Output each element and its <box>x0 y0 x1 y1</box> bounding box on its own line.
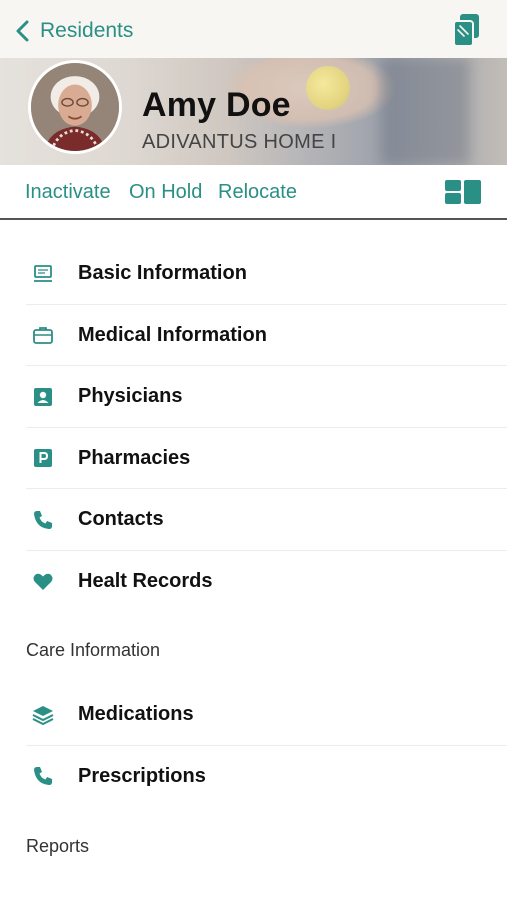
menu-item-label: Medical Information <box>78 323 267 346</box>
menu-item-medications[interactable]: Medications <box>0 684 507 746</box>
menu-item-prescriptions[interactable]: Prescriptions <box>0 746 507 808</box>
resident-name: Amy Doe <box>142 86 291 124</box>
menu-item-label: Contacts <box>78 508 164 531</box>
on-hold-button[interactable]: On Hold <box>129 181 202 204</box>
menu-item-label: Healt Records <box>78 569 213 592</box>
resident-photo <box>31 63 119 151</box>
menu-item-label: Basic Information <box>78 262 247 285</box>
layers-icon <box>30 702 56 728</box>
dashboard-layout-icon[interactable] <box>445 180 481 204</box>
menu-item-pharmacies[interactable]: Pharmacies <box>0 428 507 490</box>
laptop-icon <box>30 261 56 287</box>
relocate-button[interactable]: Relocate <box>218 181 297 204</box>
inactivate-button[interactable]: Inactivate <box>25 181 111 204</box>
top-bar: Residents <box>0 0 507 58</box>
menu-item-contacts[interactable]: Contacts <box>0 489 507 551</box>
back-label: Residents <box>40 19 134 42</box>
contact-card-icon <box>30 384 56 410</box>
briefcase-icon <box>30 322 56 348</box>
menu-item-label: Pharmacies <box>78 446 191 469</box>
documents-icon[interactable] <box>451 12 483 48</box>
section-reports: Reports <box>26 836 90 856</box>
menu-item-basic-information[interactable]: Basic Information <box>0 243 507 305</box>
section-care-information: Care Information <box>26 640 161 660</box>
avatar <box>28 60 122 154</box>
menu-item-physicians[interactable]: Physicians <box>0 366 507 428</box>
menu-item-label: Physicians <box>78 385 183 408</box>
action-bar: Inactivate On Hold Relocate <box>0 165 507 220</box>
back-button[interactable]: Residents <box>14 16 133 46</box>
heart-icon <box>30 568 56 594</box>
phone-icon <box>30 763 56 789</box>
resident-menu: Basic Information Medical Information Ph… <box>0 243 507 612</box>
chevron-left-icon <box>16 20 29 42</box>
menu-item-medical-information[interactable]: Medical Information <box>0 305 507 367</box>
facility-name: ADIVANTUS HOME I <box>142 131 337 153</box>
menu-item-health-records[interactable]: Healt Records <box>0 551 507 613</box>
parking-icon <box>30 445 56 471</box>
menu-item-label: Medications <box>78 703 194 726</box>
phone-icon <box>30 507 56 533</box>
care-menu: Medications Prescriptions <box>0 684 507 807</box>
menu-item-label: Prescriptions <box>78 764 206 787</box>
